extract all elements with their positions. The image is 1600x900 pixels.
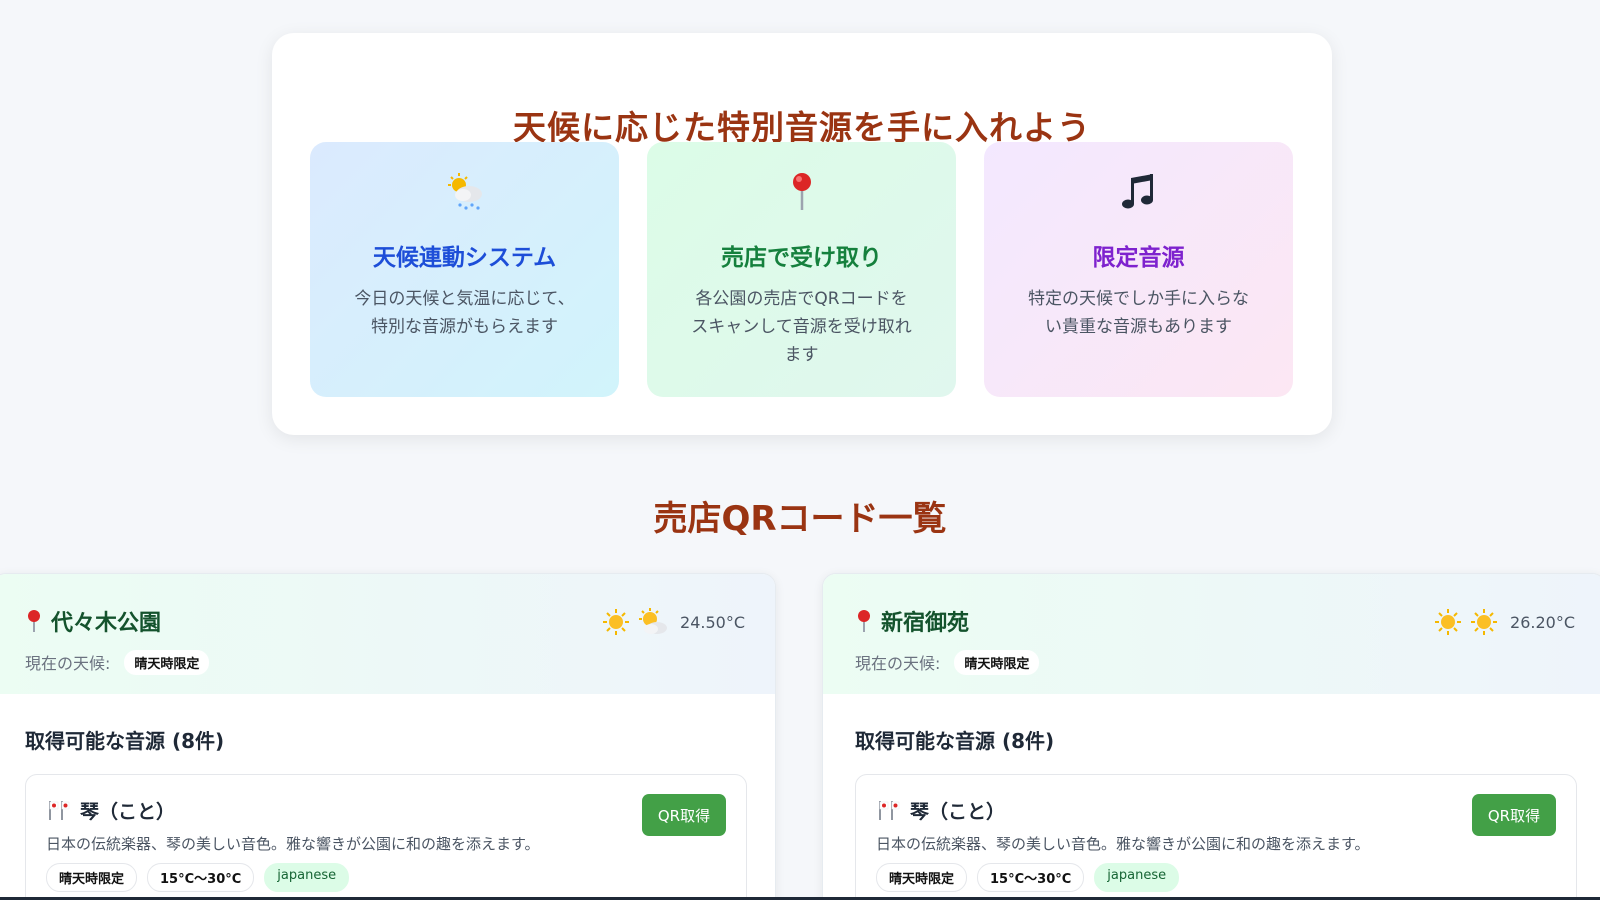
shop-name: 代々木公園 [51,611,162,636]
sun-icon [1470,608,1498,636]
weather-row: 24.50°C [594,607,745,637]
temperature: 26.20°C [1510,612,1575,632]
feature-card-pickup: 売店で受け取り 各公園の売店でQRコードを スキャンして音源を受け取れ ます [647,142,956,397]
feature-title: 売店で受け取り [721,245,882,271]
weather-badge: 晴天時限定 [954,649,1040,675]
sun-behind-cloud-icon [638,608,668,636]
current-weather-label: 現在の天候: [855,654,941,673]
feature-desc-line: い貴重な音源もあります [1045,317,1232,337]
feature-card-limited: 限定音源 特定の天候でしか手に入らな い貴重な音源もあります [984,142,1293,397]
weather-row: 26.20°C [1426,607,1575,637]
sound-tags: 晴天時限定 15°C〜30°C japanese [46,863,359,892]
shop-card-yoyogi: 代々木公園 24.50°C 現在の天候: 晴天時限定 取得可能な音源 (8件) … [0,573,776,900]
sound-description: 日本の伝統楽器、琴の美しい音色。雅な響きが公園に和の趣を添えます。 [876,835,1370,853]
shop-card-shinjuku-gyoen: 新宿御苑 26.20°C 現在の天候: 晴天時限定 取得可能な音源 (8件) 琴… [822,573,1600,900]
feature-desc-line: ます [784,345,819,365]
feature-title: 限定音源 [1092,245,1185,271]
category-tag: japanese [264,863,350,892]
feature-description: 今日の天候と気温に応じて、 特別な音源がもらえます [338,285,591,341]
shop-name-row: 代々木公園 [25,606,161,636]
weather-badge: 晴天時限定 [124,649,210,675]
temperature-range-tag: 15°C〜30°C [977,863,1085,892]
sun-icon [1434,608,1462,636]
map-pin-icon [855,609,873,633]
map-pin-icon [647,170,956,214]
qr-get-button[interactable]: QR取得 [1472,794,1556,836]
current-weather-label: 現在の天候: [25,654,111,673]
sound-item: 琴（こと） QR取得 日本の伝統楽器、琴の美しい音色。雅な響きが公園に和の趣を添… [25,774,747,900]
feature-panel: 天候に応じた特別音源を手に入れよう 天候連動システム 今日の天候と気温に応じて、… [272,33,1332,435]
shop-name: 新宿御苑 [881,611,970,636]
shop-header: 代々木公園 24.50°C 現在の天候: 晴天時限定 [0,574,775,694]
musical-notes-icon [984,170,1293,214]
section-title: 売店QRコード一覧 [653,499,947,539]
feature-description: 特定の天候でしか手に入らな い貴重な音源もあります [1012,285,1265,341]
available-sounds-title: 取得可能な音源 (8件) [855,729,1055,753]
current-weather-row: 現在の天候: 晴天時限定 [855,649,1040,675]
feature-card-weather: 天候連動システム 今日の天候と気温に応じて、 特別な音源がもらえます [310,142,619,397]
feature-desc-line: 今日の天候と気温に応じて、 [354,289,575,309]
japanese-flag-icon [876,799,900,821]
available-sounds-title: 取得可能な音源 (8件) [25,729,225,753]
weather-tag: 晴天時限定 [876,863,968,892]
sound-tags: 晴天時限定 15°C〜30°C japanese [876,863,1189,892]
sound-item: 琴（こと） QR取得 日本の伝統楽器、琴の美しい音色。雅な響きが公園に和の趣を添… [855,774,1577,900]
feature-title: 天候連動システム [372,245,557,271]
feature-desc-line: スキャンして音源を受け取れ [691,317,912,337]
shop-header: 新宿御苑 26.20°C 現在の天候: 晴天時限定 [823,574,1600,694]
map-pin-icon [25,609,43,633]
category-tag: japanese [1094,863,1180,892]
feature-desc-line: 特定の天候でしか手に入らな [1028,289,1249,309]
feature-desc-line: 各公園の売店でQRコードを [695,289,908,309]
sound-name: 琴（こと） [910,800,1006,823]
sun-icon [602,608,630,636]
shop-name-row: 新宿御苑 [855,606,969,636]
sound-description: 日本の伝統楽器、琴の美しい音色。雅な響きが公園に和の趣を添えます。 [46,835,540,853]
current-weather-row: 現在の天候: 晴天時限定 [25,649,210,675]
weather-tag: 晴天時限定 [46,863,138,892]
temperature: 24.50°C [680,612,745,632]
sound-name: 琴（こと） [80,800,176,823]
japanese-flag-icon [46,799,70,821]
feature-description: 各公園の売店でQRコードを スキャンして音源を受け取れ ます [675,285,928,369]
temperature-range-tag: 15°C〜30°C [147,863,255,892]
feature-desc-line: 特別な音源がもらえます [371,317,558,337]
qr-get-button[interactable]: QR取得 [642,794,726,836]
sound-name-row: 琴（こと） [46,797,175,823]
sound-name-row: 琴（こと） [876,797,1005,823]
sun-behind-rain-cloud-icon [310,170,619,214]
